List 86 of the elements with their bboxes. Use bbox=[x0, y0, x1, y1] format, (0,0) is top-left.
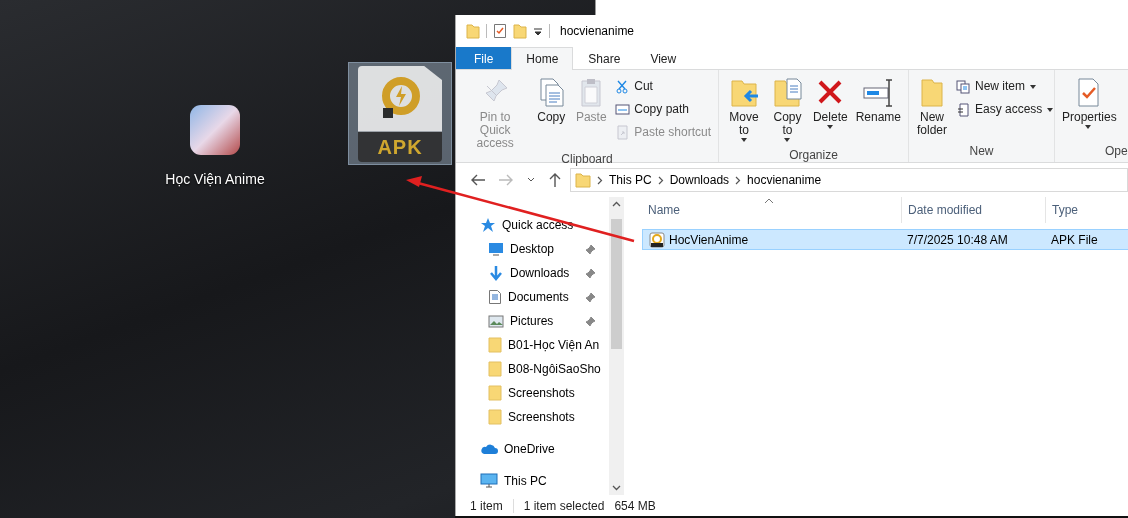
caret-icon bbox=[1084, 124, 1092, 131]
chevron-icon bbox=[735, 176, 742, 186]
checklist-icon[interactable] bbox=[493, 23, 507, 39]
cloud-icon bbox=[480, 442, 498, 456]
selection-count: 1 item selected bbox=[523, 498, 605, 515]
file-row[interactable]: HocVienAnime 7/7/2025 10:48 AM APK File bbox=[642, 229, 1128, 250]
ribbon-button[interactable]: New folder bbox=[913, 72, 951, 142]
caret-icon bbox=[740, 137, 748, 144]
column-header[interactable]: Name bbox=[642, 197, 902, 223]
nav-item[interactable]: Documents bbox=[456, 285, 609, 309]
ribbon-tab[interactable]: View bbox=[635, 47, 692, 69]
ribbon-tab[interactable]: Home bbox=[511, 47, 574, 70]
group-label: Ope bbox=[1104, 143, 1128, 160]
pin-icon bbox=[585, 267, 597, 279]
chevron-icon bbox=[657, 176, 664, 186]
down-arrow-icon bbox=[488, 265, 504, 281]
apk-file-icon bbox=[649, 231, 665, 248]
breadcrumb[interactable]: hocvienanime bbox=[747, 171, 822, 189]
new-item-icon bbox=[956, 78, 971, 94]
ribbon-button[interactable]: Copy path bbox=[612, 98, 714, 120]
scroll-up-icon[interactable] bbox=[612, 201, 621, 207]
pin-icon bbox=[585, 291, 597, 303]
ribbon-button[interactable]: Easy access bbox=[953, 98, 1058, 120]
apk-file-drawing: APK bbox=[358, 65, 442, 162]
nav-item[interactable]: Pictures bbox=[456, 309, 609, 333]
ribbon-button[interactable]: Properties bbox=[1059, 72, 1117, 142]
column-header[interactable]: Type bbox=[1046, 197, 1128, 223]
scroll-down-icon[interactable] bbox=[612, 485, 621, 491]
caret-icon bbox=[826, 124, 835, 131]
monitor-icon bbox=[488, 242, 504, 256]
document-icon bbox=[488, 289, 502, 305]
ribbon-tab[interactable]: Share bbox=[573, 47, 636, 69]
column-header[interactable]: Date modified bbox=[902, 197, 1046, 223]
folder-icon bbox=[575, 172, 591, 188]
computer-icon bbox=[480, 473, 498, 489]
copy-path-icon bbox=[615, 101, 631, 117]
item-count: 1 item bbox=[470, 498, 503, 515]
group-label: Clipboard bbox=[560, 151, 614, 168]
caret-icon bbox=[1046, 106, 1055, 113]
ribbon-button[interactable]: Copy to bbox=[767, 72, 808, 147]
pin-icon bbox=[585, 315, 597, 327]
nav-item[interactable]: Screenshots bbox=[456, 381, 609, 405]
window-title: hocvienanime bbox=[560, 23, 635, 40]
folder-copy-icon bbox=[771, 76, 804, 108]
ribbon-button[interactable]: Copy bbox=[532, 72, 571, 150]
ribbon-button[interactable]: New item bbox=[953, 75, 1058, 97]
folder-icon bbox=[488, 337, 502, 353]
folder-icon bbox=[488, 361, 502, 377]
nav-item[interactable]: Quick access bbox=[456, 213, 609, 237]
paste-shortcut-icon bbox=[615, 124, 631, 140]
nav-item[interactable]: Screenshots bbox=[456, 405, 609, 429]
folder-icon bbox=[488, 409, 502, 425]
chevron-icon bbox=[597, 176, 603, 186]
ribbon-button[interactable]: Delete bbox=[809, 72, 851, 147]
type-cell-text: APK File bbox=[1050, 231, 1099, 249]
sort-caret-icon bbox=[764, 197, 774, 204]
ribbon-button[interactable]: Cut bbox=[612, 75, 714, 97]
star-icon bbox=[480, 217, 496, 233]
pin-icon bbox=[585, 243, 597, 255]
ribbon-button[interactable]: Move to bbox=[723, 72, 766, 147]
nav-item[interactable]: Downloads bbox=[456, 261, 609, 285]
nav-item[interactable]: B01-Học Viện An bbox=[456, 333, 609, 357]
folder-icon bbox=[488, 385, 502, 401]
group-label: New bbox=[968, 143, 995, 160]
scrollbar[interactable] bbox=[609, 197, 624, 495]
breadcrumb[interactable]: Downloads bbox=[669, 171, 730, 189]
nav-item[interactable]: B08-NgôiSaoSho bbox=[456, 357, 609, 381]
group-label: Organize bbox=[788, 147, 839, 165]
easy-access-icon bbox=[956, 101, 971, 117]
cut-icon bbox=[615, 78, 631, 94]
app-icon[interactable] bbox=[190, 105, 240, 155]
picture-icon bbox=[488, 314, 504, 328]
breadcrumb[interactable]: This PC bbox=[609, 171, 652, 189]
app-label[interactable]: Học Viện Anime bbox=[165, 169, 265, 190]
caret-icon bbox=[783, 137, 792, 144]
nav-item[interactable]: OneDrive bbox=[456, 437, 609, 461]
caret-icon bbox=[1029, 83, 1037, 90]
file-menu-button[interactable]: File bbox=[456, 47, 512, 69]
selection-size: 654 MB bbox=[614, 498, 656, 515]
rename-icon bbox=[862, 76, 895, 108]
date-cell-text: 7/7/2025 10:48 AM bbox=[906, 231, 1009, 249]
file-name: HocVienAnime bbox=[669, 231, 749, 249]
address-bar[interactable]: This PC Downloads hocvienanime bbox=[570, 168, 1128, 192]
ribbon-button[interactable]: Rename bbox=[852, 72, 904, 147]
nav-item[interactable]: Desktop bbox=[456, 237, 609, 261]
nav-item[interactable]: This PC bbox=[456, 469, 609, 493]
